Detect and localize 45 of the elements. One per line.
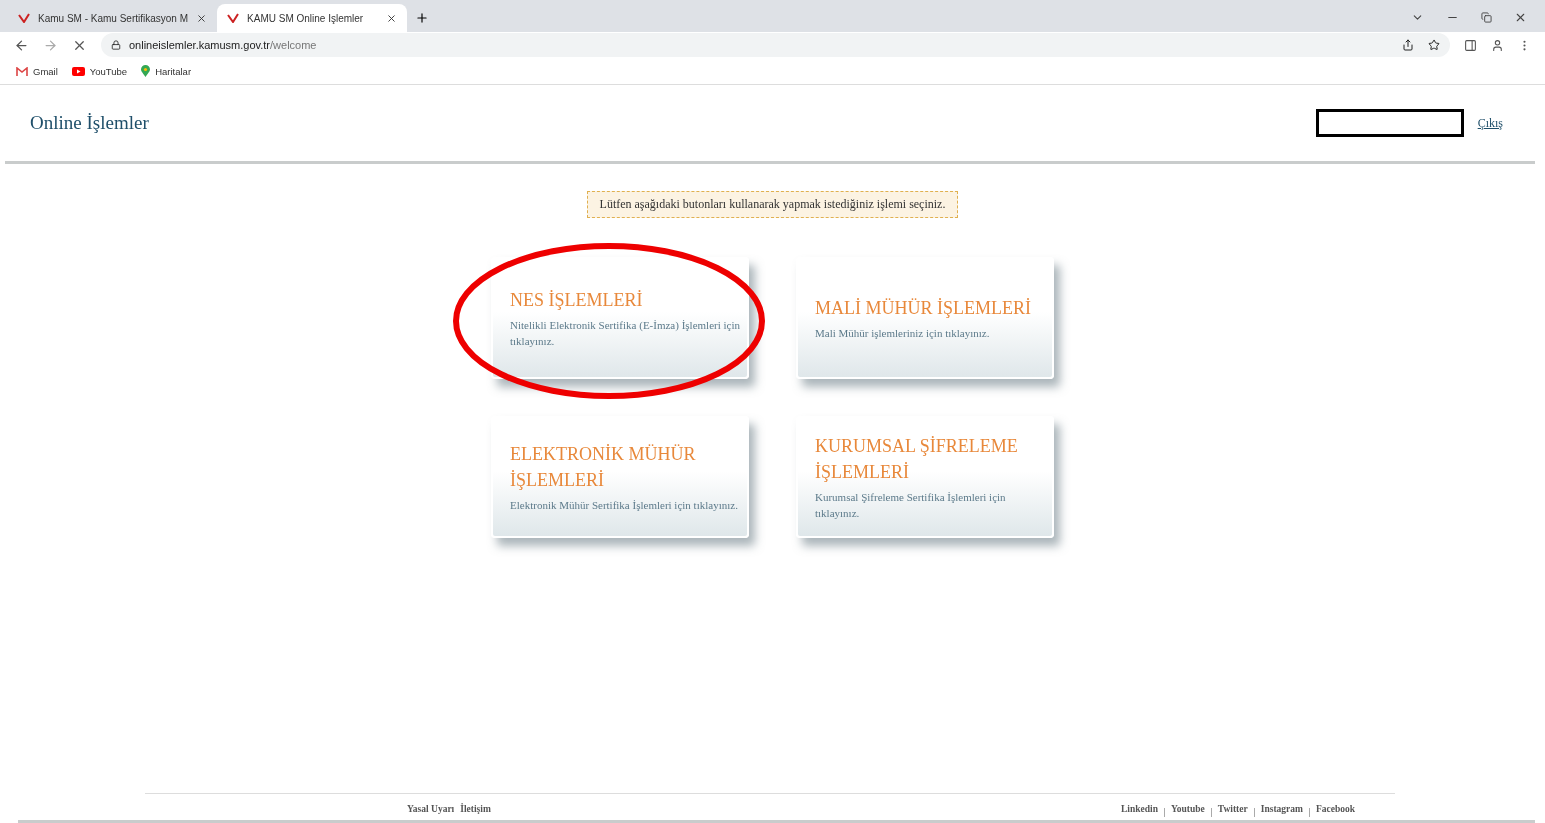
logout-link[interactable]: Çıkış <box>1477 115 1503 131</box>
close-icon[interactable] <box>386 12 398 24</box>
page-title: Online İşlemler <box>30 112 149 134</box>
bookmark-link[interactable]: Haritalar <box>155 65 192 77</box>
mail-icon <box>16 66 28 76</box>
service-card[interactable]: KURUMSAL ŞİFRELEME İŞLEMLERİ Kurumsal Şifreleme Sertifika İşlemleri için tıklayınız. <box>796 416 1054 538</box>
back-icon[interactable] <box>14 37 29 53</box>
browser-tab[interactable]: KAMU SM Online İşlemler <box>217 4 408 32</box>
service-card[interactable]: NES İŞLEMLERİ Nitelikli Elektronik Sertifika (E-İmza) İşlemleri için tıklayınız. <box>491 257 749 379</box>
footer-link[interactable]: İletişim <box>460 804 491 820</box>
profile-icon[interactable] <box>1491 38 1504 52</box>
star-icon[interactable] <box>1428 39 1440 51</box>
restore-icon[interactable] <box>1481 12 1492 23</box>
card-title: ELEKTRONİK MÜHÜR İŞLEMLERİ <box>510 443 697 492</box>
browser-tab[interactable]: Kamu SM - Kamu Sertifikasyon M <box>8 4 218 32</box>
footer-link[interactable]: Facebook <box>1315 804 1355 820</box>
card-title: KURUMSAL ŞİFRELEME İŞLEMLERİ <box>815 435 1019 484</box>
site-logo-icon <box>227 13 240 23</box>
footer-link[interactable]: Youtube <box>1171 804 1205 820</box>
card-description: Mali Mühür işlemleriniz için tıklayınız. <box>815 326 991 341</box>
close-icon[interactable] <box>1514 11 1527 24</box>
card-description: Elektronik Mühür Sertifika İşlemleri için tıklayınız. <box>510 498 739 513</box>
new-tab-icon[interactable] <box>415 11 430 25</box>
close-icon[interactable] <box>196 12 208 24</box>
share-icon[interactable] <box>1402 39 1414 51</box>
service-card[interactable]: ELEKTRONİK MÜHÜR İŞLEMLERİ Elektronik Mühür Sertifika İşlemleri için tıklayınız. <box>491 416 749 538</box>
footer-link[interactable]: Instagram <box>1260 804 1303 820</box>
card-description: Kurumsal Şifreleme Sertifika İşlemleri için tıklayınız. <box>815 490 1007 521</box>
lock-icon <box>111 40 121 50</box>
footer-link[interactable]: Linkedin <box>1121 804 1158 820</box>
map-pin-icon <box>141 65 151 77</box>
footer-link[interactable]: Twitter <box>1217 804 1248 820</box>
url-text: onlineislemler.kamusm.gov.tr/welcome <box>129 39 317 51</box>
card-title: MALİ MÜHÜR İŞLEMLERİ <box>815 297 1032 320</box>
site-logo-icon <box>18 13 30 23</box>
card-title: NES İŞLEMLERİ <box>510 289 644 312</box>
info-notice: Lütfen aşağıdaki butonları kullanarak yapmak istediğiniz işlemi seçiniz. <box>586 191 959 218</box>
bookmark-link[interactable]: Gmail <box>33 65 58 77</box>
address-bar[interactable]: onlineislemler.kamusm.gov.tr/welcome <box>101 33 1450 57</box>
bookmark-link[interactable]: YouTube <box>89 65 128 77</box>
service-card[interactable]: MALİ MÜHÜR İŞLEMLERİ Mali Mühür işlemleriniz için tıklayınız. <box>796 257 1054 379</box>
footer-link[interactable]: Yasal Uyarı <box>407 804 455 820</box>
side-panel-icon[interactable] <box>1464 38 1477 52</box>
card-description: Nitelikli Elektronik Sertifika (E-İmza) İşlemleri için tıklayınız. <box>510 318 741 349</box>
play-icon <box>71 66 85 76</box>
